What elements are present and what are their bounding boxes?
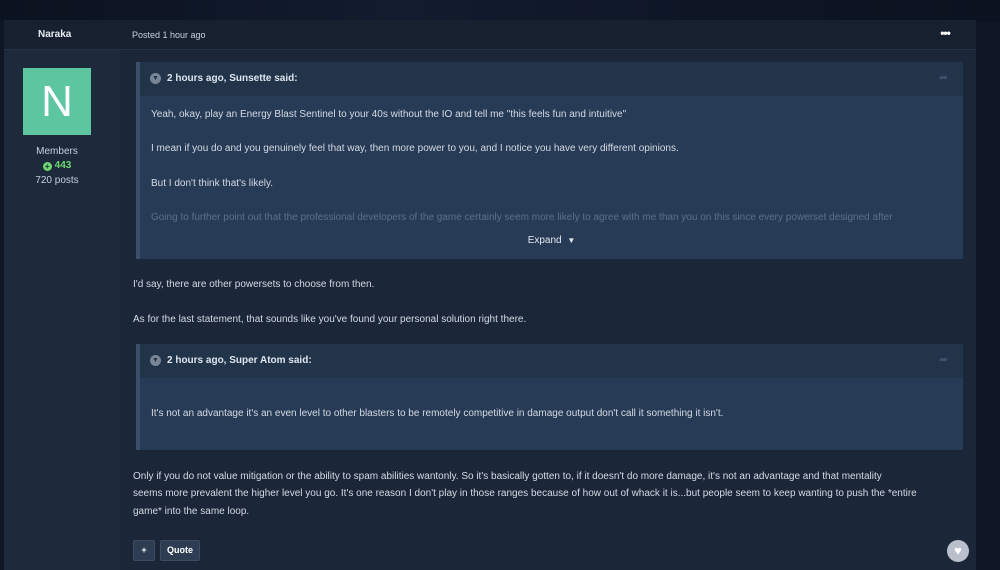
reputation-plus-icon: +: [42, 162, 52, 171]
post-paragraph: I'd say, there are other powersets to ch…: [133, 279, 375, 290]
post-paragraph: game* into the same loop.: [133, 506, 250, 517]
post-paragraph: Only if you do not value mitigation or t…: [133, 471, 882, 482]
quote-citation[interactable]: 2 hours ago, Sunsette said:: [167, 73, 298, 84]
more-options-icon[interactable]: •••: [936, 25, 954, 41]
page-background-banner: [0, 0, 1000, 22]
quote-paragraph-truncated: Going to further point out that the prof…: [151, 212, 893, 223]
author-panel: N Members +443 720 posts: [4, 50, 120, 570]
multiquote-button[interactable]: +: [133, 540, 155, 561]
quote-paragraph: Yeah, okay, play an Energy Blast Sentine…: [151, 109, 627, 120]
quote-paragraph: I mean if you do and you genuinely feel …: [151, 143, 679, 154]
post-count: 720 posts: [35, 175, 79, 186]
collapse-chevron-icon[interactable]: ▼: [150, 73, 161, 84]
expand-button[interactable]: Expand ▼: [140, 235, 963, 246]
share-arrow-icon[interactable]: ➦: [939, 71, 951, 84]
quote-button[interactable]: Quote: [160, 540, 200, 561]
quote-citation[interactable]: 2 hours ago, Super Atom said:: [167, 355, 312, 366]
share-arrow-icon[interactable]: ➦: [939, 353, 951, 366]
post-paragraph: seems more prevalent the higher level yo…: [133, 488, 917, 499]
quote-header: ▼ 2 hours ago, Super Atom said: ➦: [140, 344, 963, 378]
reputation-count: 443: [54, 160, 72, 171]
heart-reaction-icon[interactable]: ♥: [947, 540, 969, 562]
avatar[interactable]: N: [23, 68, 91, 135]
reputation-badge: +443: [4, 160, 110, 171]
quote-block: ▼ 2 hours ago, Sunsette said: ➦ Yeah, ok…: [136, 62, 963, 259]
quote-paragraph: It's not an advantage it's an even level…: [151, 408, 724, 419]
post-timestamp[interactable]: Posted 1 hour ago: [132, 30, 206, 40]
quote-paragraph: But I don't think that's likely.: [151, 178, 274, 189]
post-paragraph: As for the last statement, that sounds l…: [133, 314, 527, 325]
quote-header: ▼ 2 hours ago, Sunsette said: ➦: [140, 62, 963, 96]
forum-post: Naraka Posted 1 hour ago ••• N Members +…: [4, 20, 976, 570]
expand-label: Expand: [527, 235, 562, 246]
collapse-chevron-icon[interactable]: ▼: [150, 355, 161, 366]
caret-down-icon: ▼: [567, 236, 576, 245]
quote-block: ▼ 2 hours ago, Super Atom said: ➦ It's n…: [136, 344, 963, 450]
member-group: Members: [36, 146, 78, 157]
post-header: Naraka Posted 1 hour ago •••: [4, 20, 976, 50]
author-name[interactable]: Naraka: [38, 29, 71, 40]
